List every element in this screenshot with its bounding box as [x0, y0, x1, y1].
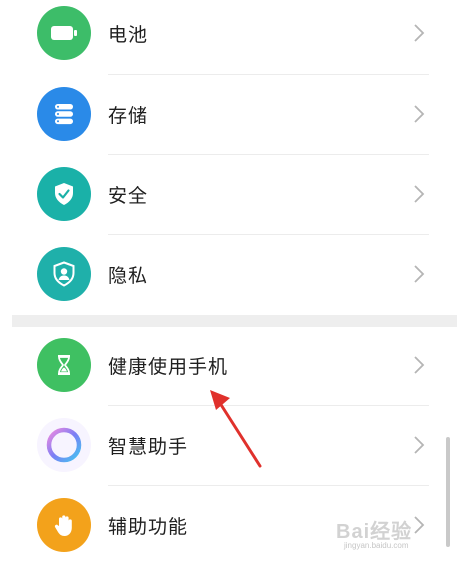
hourglass-icon — [37, 338, 91, 392]
chevron-right-icon — [414, 356, 425, 374]
settings-item-label: 安全 — [108, 185, 149, 207]
settings-item-privacy[interactable]: 隐私 — [0, 235, 457, 315]
shield-check-icon — [37, 167, 91, 221]
chevron-right-icon — [414, 105, 425, 123]
hand-icon — [37, 498, 91, 552]
settings-item-storage[interactable]: 存储 — [0, 75, 457, 155]
settings-item-label: 存储 — [108, 105, 149, 127]
settings-item-label: 健康使用手机 — [108, 356, 229, 378]
settings-group-device: 电池 存储 安全 隐私 — [0, 0, 457, 315]
settings-item-accessibility[interactable]: 辅助功能 — [0, 486, 457, 565]
chevron-right-icon — [414, 436, 425, 454]
settings-item-digital-wellbeing[interactable]: 健康使用手机 — [0, 326, 457, 406]
chevron-right-icon — [414, 265, 425, 283]
privacy-icon — [37, 247, 91, 301]
chevron-right-icon — [414, 24, 425, 42]
settings-item-label: 电池 — [108, 24, 149, 46]
settings-screen: 电池 存储 安全 隐私 健康使用手机 智慧助手 辅助功能 Bai经验 jingy… — [0, 0, 457, 565]
settings-item-label: 智慧助手 — [108, 436, 189, 458]
chevron-right-icon — [414, 516, 425, 534]
storage-icon — [37, 87, 91, 141]
assistant-ring-icon — [37, 418, 91, 472]
settings-group-assist: 健康使用手机 智慧助手 辅助功能 — [0, 327, 457, 565]
chevron-right-icon — [414, 185, 425, 203]
settings-item-smart-assistant[interactable]: 智慧助手 — [0, 406, 457, 486]
settings-item-security[interactable]: 安全 — [0, 155, 457, 235]
battery-icon — [37, 6, 91, 60]
settings-item-label: 隐私 — [108, 265, 149, 287]
settings-item-label: 辅助功能 — [108, 516, 189, 538]
scrollbar[interactable] — [446, 437, 450, 547]
settings-item-battery[interactable]: 电池 — [0, 0, 457, 74]
